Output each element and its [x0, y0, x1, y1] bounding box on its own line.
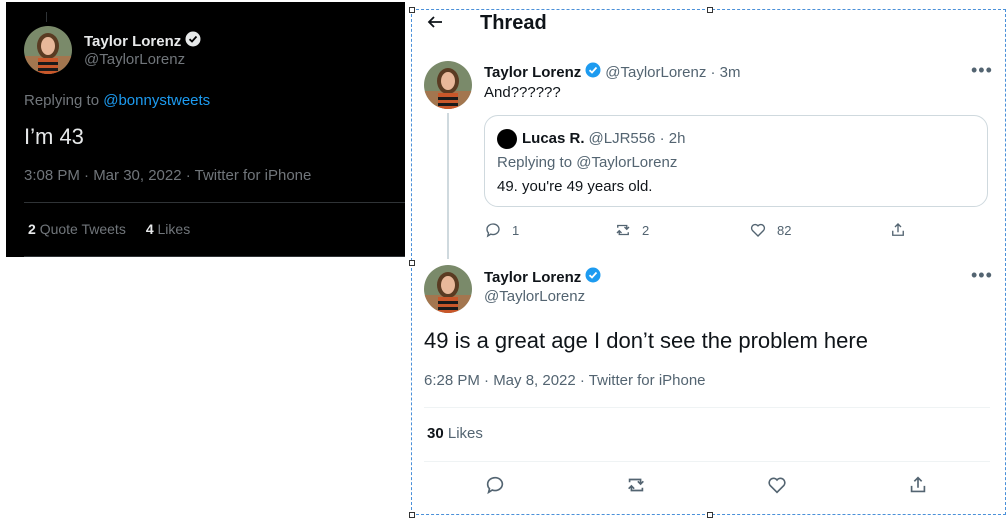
author-name[interactable]: Taylor Lorenz [84, 33, 181, 50]
divider [24, 202, 405, 203]
selection-handle[interactable] [409, 512, 415, 518]
like-label: Likes [447, 425, 483, 442]
replying-to: Replying to @bonnystweets [24, 92, 210, 109]
author-name[interactable]: Taylor Lorenz [484, 64, 581, 81]
like-count: 4 [145, 221, 154, 237]
tweet-text: 49 is a great age I don’t see the proble… [424, 328, 868, 353]
quote-label: Quote Tweets [39, 221, 126, 237]
retweet-count: 2 [642, 222, 650, 238]
selection-handle[interactable] [707, 7, 713, 13]
retweet-icon [628, 478, 644, 492]
divider [424, 461, 990, 462]
share-button[interactable] [889, 221, 907, 239]
quoted-avatar [497, 129, 517, 149]
thread-connector [447, 113, 449, 259]
reply-icon [486, 223, 500, 238]
like-button[interactable]: 82 [749, 221, 889, 239]
selection-handle[interactable] [409, 260, 415, 266]
selection-handle[interactable] [707, 512, 713, 518]
quoted-author-row: Lucas R. @LJR556 · 2h [522, 130, 685, 147]
share-icon [892, 223, 904, 236]
divider [424, 407, 990, 408]
retweet-button[interactable] [625, 474, 766, 496]
back-arrow-icon[interactable] [426, 13, 446, 36]
reply-button[interactable] [484, 474, 625, 496]
thread-header [426, 12, 446, 36]
divider [24, 256, 405, 257]
tweet-actions [484, 474, 944, 496]
avatar[interactable] [24, 26, 72, 74]
author-handle-time[interactable]: @TaylorLorenz · 3m [605, 64, 740, 81]
retweet-button[interactable]: 2 [614, 221, 749, 239]
reply-icon [486, 476, 504, 495]
tweet-actions: 1 2 82 [484, 221, 914, 239]
avatar[interactable] [424, 61, 472, 109]
author-name[interactable]: Taylor Lorenz [484, 269, 581, 286]
quoted-author-name: Lucas R. [522, 130, 585, 147]
quoted-tweet[interactable]: Lucas R. @LJR556 · 2h Replying to @Taylo… [484, 115, 988, 207]
quote-tweets-stat[interactable]: 2 Quote Tweets [28, 221, 126, 237]
more-icon[interactable]: ••• [971, 60, 993, 81]
like-icon [750, 223, 766, 237]
quoted-author-handle-time: @LJR556 · 2h [588, 130, 686, 147]
selection-handle[interactable] [409, 7, 415, 13]
likes-stat[interactable]: 30 Likes [427, 425, 483, 442]
reply-button[interactable]: 1 [484, 221, 614, 239]
verified-icon [185, 31, 201, 51]
verified-icon [585, 62, 601, 82]
author-name-row[interactable]: Taylor Lorenz @TaylorLorenz · 3m [484, 62, 741, 82]
mention-link[interactable]: @bonnystweets [103, 92, 210, 109]
author-name-row[interactable]: Taylor Lorenz [484, 267, 601, 287]
likes-stat[interactable]: 4 Likes [146, 221, 190, 237]
like-button[interactable] [766, 474, 907, 496]
like-icon [768, 477, 786, 494]
thread-connector [46, 12, 47, 22]
tweet-meta[interactable]: 6:28 PM · May 8, 2022 · Twitter for iPho… [424, 372, 706, 389]
tweet-stats: 2 Quote Tweets 4 Likes [28, 221, 190, 237]
author-name-row[interactable]: Taylor Lorenz [84, 31, 201, 51]
quote-count: 2 [28, 221, 36, 237]
replying-prefix: Replying to [24, 92, 100, 109]
more-icon[interactable]: ••• [971, 265, 993, 286]
tweet-meta[interactable]: 3:08 PM · Mar 30, 2022 · Twitter for iPh… [24, 167, 311, 184]
share-icon [910, 476, 926, 493]
author-handle-row[interactable]: @TaylorLorenz [484, 288, 585, 305]
tweet-text: And?????? [484, 84, 561, 101]
page-title: Thread [480, 12, 547, 34]
quoted-text: 49. you're 49 years old. [497, 178, 653, 195]
like-count: 30 [427, 425, 444, 442]
reply-count: 1 [512, 222, 520, 238]
like-count: 82 [777, 222, 792, 238]
retweet-icon [616, 224, 630, 236]
avatar[interactable] [424, 265, 472, 313]
quoted-replying-to: Replying to @TaylorLorenz [497, 154, 678, 171]
author-handle[interactable]: @TaylorLorenz [484, 288, 585, 305]
tweet-text: I’m 43 [24, 124, 84, 149]
share-button[interactable] [907, 474, 929, 496]
author-handle[interactable]: @TaylorLorenz [84, 51, 185, 68]
verified-icon [585, 267, 601, 287]
like-label: Likes [157, 221, 191, 237]
thread-panel: Thread Taylor Lorenz @TaylorLorenz · 3m … [409, 7, 1006, 518]
embedded-dark-tweet: Taylor Lorenz @TaylorLorenz Replying to … [6, 2, 405, 257]
